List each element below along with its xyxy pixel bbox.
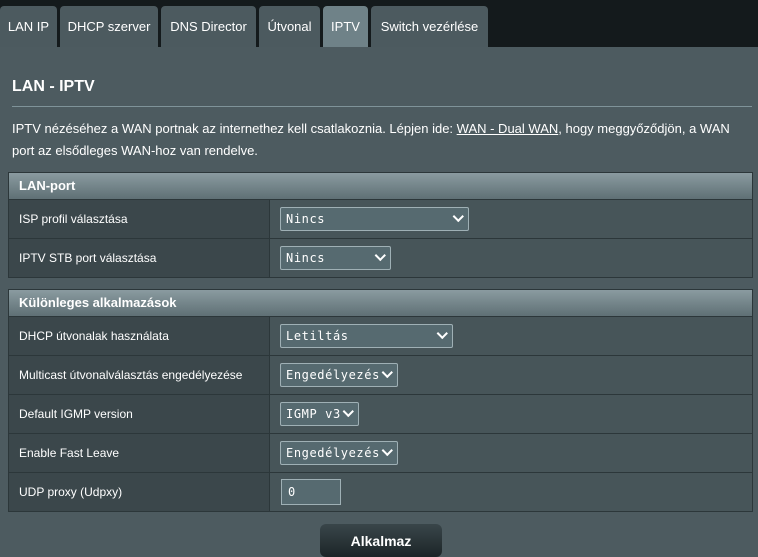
tab-bar: LAN IP DHCP szerver DNS Director Útvonal… <box>0 0 758 47</box>
page-title: LAN - IPTV <box>12 78 95 95</box>
section-header-special-apps: Különleges alkalmazások <box>8 289 753 317</box>
dhcp-routes-label: DHCP útvonalak használata <box>9 317 270 355</box>
fast-leave-select[interactable]: Engedélyezés <box>280 441 398 465</box>
section-header-lan-port: LAN-port <box>8 172 753 200</box>
apply-button[interactable]: Alkalmaz <box>320 524 442 557</box>
igmp-version-select[interactable]: IGMP v3 <box>280 402 359 426</box>
chevron-down-icon <box>374 249 386 262</box>
tab-label: DHCP szerver <box>67 19 151 34</box>
tab-routing[interactable]: Útvonal <box>259 6 320 47</box>
tab-iptv[interactable]: IPTV <box>323 6 368 47</box>
stb-port-row: IPTV STB port választása Nincs <box>8 239 753 278</box>
title-divider <box>12 106 752 107</box>
multicast-row: Multicast útvonalválasztás engedélyezése… <box>8 356 753 395</box>
isp-profile-label: ISP profil választása <box>9 200 270 238</box>
chevron-down-icon <box>342 405 354 418</box>
isp-profile-select[interactable]: Nincs <box>280 207 469 231</box>
udp-proxy-input[interactable]: 0 <box>281 479 341 505</box>
stb-port-value: Nincs <box>286 251 326 265</box>
multicast-select[interactable]: Engedélyezés <box>280 363 398 387</box>
dhcp-routes-select[interactable]: Letiltás <box>280 324 453 348</box>
chevron-down-icon <box>381 366 393 379</box>
stb-port-label: IPTV STB port választása <box>9 239 270 277</box>
tab-label: LAN IP <box>7 19 50 34</box>
tab-label: IPTV <box>331 19 360 34</box>
intro-text: IPTV nézéséhez a WAN portnak az internet… <box>12 118 750 162</box>
tab-dhcp-server[interactable]: DHCP szerver <box>60 6 158 47</box>
chevron-down-icon <box>381 444 393 457</box>
wan-dual-wan-link[interactable]: WAN - Dual WAN <box>457 121 559 136</box>
udp-proxy-row: UDP proxy (Udpxy) 0 <box>8 473 753 512</box>
stb-port-select[interactable]: Nincs <box>280 246 391 270</box>
tab-label: Útvonal <box>267 19 312 34</box>
multicast-value: Engedélyezés <box>286 368 380 382</box>
fast-leave-row: Enable Fast Leave Engedélyezés <box>8 434 753 473</box>
chevron-down-icon <box>452 210 464 223</box>
isp-profile-value: Nincs <box>286 212 326 226</box>
tab-label: DNS Director <box>170 19 247 34</box>
multicast-label: Multicast útvonalválasztás engedélyezése <box>9 356 270 394</box>
chevron-down-icon <box>436 327 448 340</box>
tab-dns-director[interactable]: DNS Director <box>161 6 256 47</box>
isp-profile-row: ISP profil választása Nincs <box>8 200 753 239</box>
fast-leave-value: Engedélyezés <box>286 446 380 460</box>
igmp-version-row: Default IGMP version IGMP v3 <box>8 395 753 434</box>
udp-proxy-label: UDP proxy (Udpxy) <box>9 473 270 511</box>
igmp-version-value: IGMP v3 <box>286 407 341 421</box>
igmp-version-label: Default IGMP version <box>9 395 270 433</box>
dhcp-routes-value: Letiltás <box>286 329 349 343</box>
tab-label: Switch vezérlése <box>380 19 479 34</box>
intro-text-before: IPTV nézéséhez a WAN portnak az internet… <box>12 121 457 136</box>
dhcp-routes-row: DHCP útvonalak használata Letiltás <box>8 317 753 356</box>
tab-lan-ip[interactable]: LAN IP <box>0 6 57 47</box>
fast-leave-label: Enable Fast Leave <box>9 434 270 472</box>
tab-switch-control[interactable]: Switch vezérlése <box>371 6 488 47</box>
